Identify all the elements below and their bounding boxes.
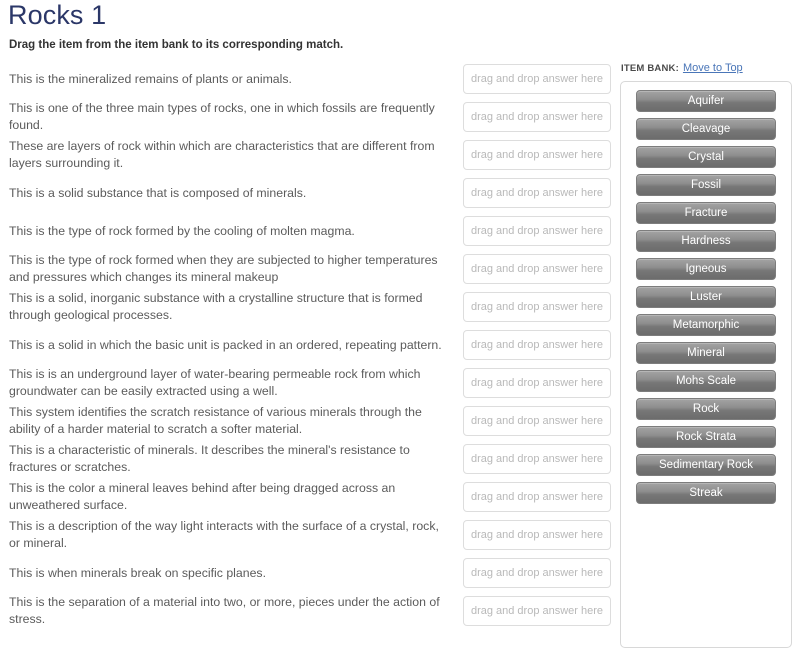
- answer-dropzone[interactable]: drag and drop answer here: [463, 596, 611, 626]
- prompt-cell: This is a solid, inorganic substance wit…: [0, 288, 460, 326]
- answer-dropzone[interactable]: drag and drop answer here: [463, 368, 611, 398]
- answer-dropzone[interactable]: drag and drop answer here: [463, 330, 611, 360]
- prompt-text: This is the type of rock formed by the c…: [9, 223, 355, 238]
- drop-cell: drag and drop answer here: [460, 98, 614, 136]
- match-row: This is a description of the way light i…: [0, 516, 614, 554]
- item-bank-item[interactable]: Streak: [636, 482, 776, 504]
- item-bank-item[interactable]: Rock Strata: [636, 426, 776, 448]
- matching-exercise-page: Rocks 1 Drag the item from the item bank…: [0, 0, 800, 664]
- drop-cell: drag and drop answer here: [460, 402, 614, 440]
- drop-cell: drag and drop answer here: [460, 478, 614, 516]
- item-bank-item[interactable]: Fracture: [636, 202, 776, 224]
- match-row: This is a solid substance that is compos…: [0, 174, 614, 212]
- page-title: Rocks 1: [8, 0, 107, 30]
- prompt-cell: This is the color a mineral leaves behin…: [0, 478, 460, 516]
- item-bank-item[interactable]: Mineral: [636, 342, 776, 364]
- drop-cell: drag and drop answer here: [460, 326, 614, 364]
- move-to-top-link[interactable]: Move to Top: [683, 62, 743, 74]
- instructions-text: Drag the item from the item bank to its …: [9, 39, 344, 51]
- drop-cell: drag and drop answer here: [460, 288, 614, 326]
- item-bank-item[interactable]: Aquifer: [636, 90, 776, 112]
- prompt-text: This system identifies the scratch resis…: [9, 405, 422, 436]
- item-bank-label: ITEM BANK:: [621, 63, 679, 74]
- match-row: This is the type of rock formed when the…: [0, 250, 614, 288]
- prompt-cell: This is a description of the way light i…: [0, 516, 460, 554]
- answer-dropzone[interactable]: drag and drop answer here: [463, 102, 611, 132]
- answer-dropzone[interactable]: drag and drop answer here: [463, 254, 611, 284]
- prompt-cell: These are layers of rock within which ar…: [0, 136, 460, 174]
- match-row: This is a solid in which the basic unit …: [0, 326, 614, 364]
- prompt-cell: This is is an underground layer of water…: [0, 364, 460, 402]
- item-bank-header: ITEM BANK: Move to Top: [620, 62, 796, 77]
- answer-dropzone[interactable]: drag and drop answer here: [463, 140, 611, 170]
- drop-cell: drag and drop answer here: [460, 516, 614, 554]
- match-row: This is a characteristic of minerals. It…: [0, 440, 614, 478]
- item-bank-item[interactable]: Fossil: [636, 174, 776, 196]
- match-rows-container: This is the mineralized remains of plant…: [0, 60, 614, 630]
- drop-cell: drag and drop answer here: [460, 174, 614, 212]
- prompt-text: These are layers of rock within which ar…: [9, 139, 435, 170]
- item-bank-item[interactable]: Metamorphic: [636, 314, 776, 336]
- prompt-text: This is the mineralized remains of plant…: [9, 71, 292, 86]
- answer-dropzone[interactable]: drag and drop answer here: [463, 406, 611, 436]
- answer-dropzone[interactable]: drag and drop answer here: [463, 216, 611, 246]
- drop-cell: drag and drop answer here: [460, 592, 614, 630]
- prompt-text: This is a description of the way light i…: [9, 519, 439, 550]
- drop-cell: drag and drop answer here: [460, 250, 614, 288]
- answer-dropzone[interactable]: drag and drop answer here: [463, 292, 611, 322]
- prompt-text: This is one of the three main types of r…: [9, 101, 435, 132]
- drop-cell: drag and drop answer here: [460, 136, 614, 174]
- prompt-text: This is a characteristic of minerals. It…: [9, 443, 410, 474]
- item-bank-item[interactable]: Igneous: [636, 258, 776, 280]
- drop-cell: drag and drop answer here: [460, 364, 614, 402]
- prompt-text: This is a solid, inorganic substance wit…: [9, 291, 423, 322]
- match-row: These are layers of rock within which ar…: [0, 136, 614, 174]
- answer-dropzone[interactable]: drag and drop answer here: [463, 64, 611, 94]
- prompt-cell: This is the mineralized remains of plant…: [0, 60, 460, 98]
- item-bank-item[interactable]: Hardness: [636, 230, 776, 252]
- answer-dropzone[interactable]: drag and drop answer here: [463, 482, 611, 512]
- match-row: This is a solid, inorganic substance wit…: [0, 288, 614, 326]
- item-bank-item[interactable]: Mohs Scale: [636, 370, 776, 392]
- drop-cell: drag and drop answer here: [460, 554, 614, 592]
- prompt-text: This is a solid substance that is compos…: [9, 185, 307, 200]
- prompt-cell: This is the separation of a material int…: [0, 592, 460, 630]
- match-row: This is is an underground layer of water…: [0, 364, 614, 402]
- prompt-text: This is when minerals break on specific …: [9, 565, 266, 580]
- match-row: This is the mineralized remains of plant…: [0, 60, 614, 98]
- answer-dropzone[interactable]: drag and drop answer here: [463, 520, 611, 550]
- answer-dropzone[interactable]: drag and drop answer here: [463, 558, 611, 588]
- item-bank-panel: ITEM BANK: Move to Top Aquifer Cleavage Cr…: [620, 62, 796, 648]
- match-row: This is the separation of a material int…: [0, 592, 614, 630]
- prompt-cell: This is when minerals break on specific …: [0, 554, 460, 592]
- prompt-text: This is the color a mineral leaves behin…: [9, 481, 396, 512]
- prompt-cell: This is a characteristic of minerals. It…: [0, 440, 460, 478]
- prompt-text: This is the separation of a material int…: [9, 595, 440, 626]
- item-bank-item[interactable]: Cleavage: [636, 118, 776, 140]
- prompt-cell: This system identifies the scratch resis…: [0, 402, 460, 440]
- match-row: This system identifies the scratch resis…: [0, 402, 614, 440]
- item-bank-item[interactable]: Rock: [636, 398, 776, 420]
- prompt-cell: This is a solid substance that is compos…: [0, 174, 460, 212]
- drop-cell: drag and drop answer here: [460, 60, 614, 98]
- prompt-cell: This is a solid in which the basic unit …: [0, 326, 460, 364]
- match-row: This is the color a mineral leaves behin…: [0, 478, 614, 516]
- drop-cell: drag and drop answer here: [460, 212, 614, 250]
- drop-cell: drag and drop answer here: [460, 440, 614, 478]
- prompt-text: This is is an underground layer of water…: [9, 367, 421, 398]
- item-bank-item[interactable]: Luster: [636, 286, 776, 308]
- prompt-text: This is a solid in which the basic unit …: [9, 337, 442, 352]
- prompt-cell: This is the type of rock formed by the c…: [0, 212, 460, 250]
- answer-dropzone[interactable]: drag and drop answer here: [463, 444, 611, 474]
- prompt-cell: This is one of the three main types of r…: [0, 98, 460, 136]
- match-row: This is the type of rock formed by the c…: [0, 212, 614, 250]
- match-row: This is when minerals break on specific …: [0, 554, 614, 592]
- item-bank-list: Aquifer Cleavage Crystal Fossil Fracture Hard…: [620, 81, 792, 648]
- item-bank-item[interactable]: Crystal: [636, 146, 776, 168]
- prompt-cell: This is the type of rock formed when the…: [0, 250, 460, 288]
- answer-dropzone[interactable]: drag and drop answer here: [463, 178, 611, 208]
- item-bank-item[interactable]: Sedimentary Rock: [636, 454, 776, 476]
- match-row: This is one of the three main types of r…: [0, 98, 614, 136]
- prompt-text: This is the type of rock formed when the…: [9, 253, 438, 284]
